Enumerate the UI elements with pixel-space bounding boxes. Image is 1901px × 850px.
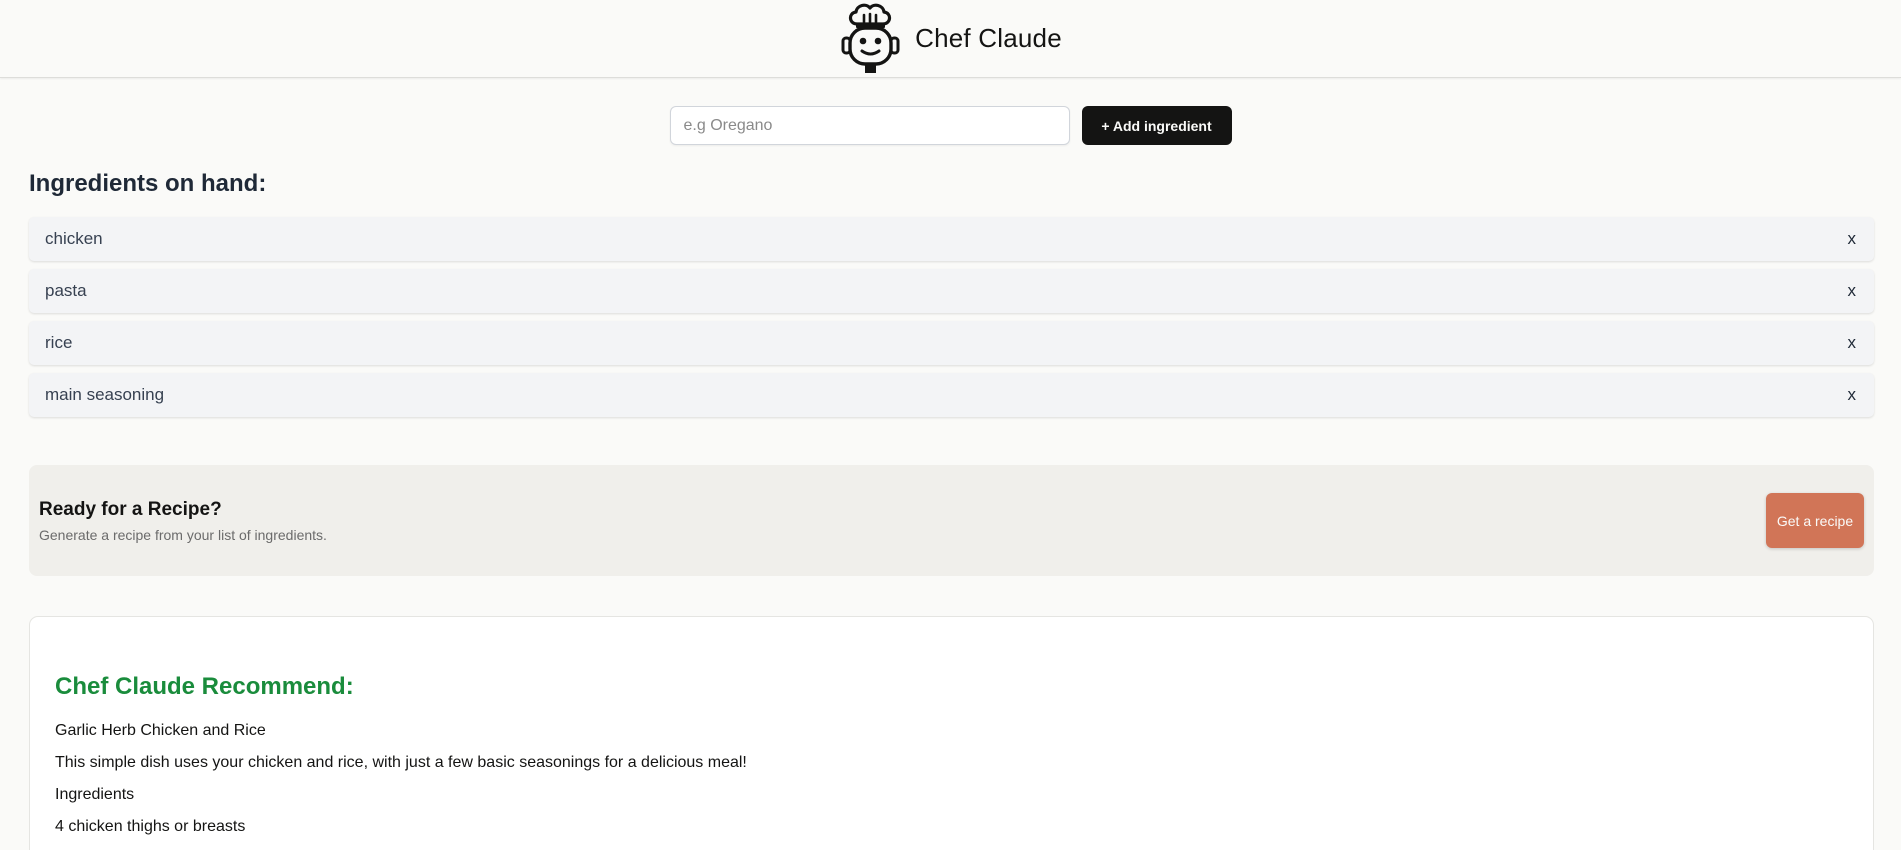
remove-ingredient-button[interactable]: x <box>1846 333 1859 353</box>
get-recipe-button[interactable]: Get a recipe <box>1766 493 1864 548</box>
ingredient-item: chicken x <box>29 217 1874 261</box>
get-recipe-title: Ready for a Recipe? <box>39 498 222 520</box>
ingredient-item: main seasoning x <box>29 373 1874 417</box>
recipe-ingredients-heading: Ingredients <box>55 786 135 803</box>
recipe-description: This simple dish uses your chicken and r… <box>55 754 747 771</box>
recommendation-heading: Chef Claude Recommend: <box>55 673 354 700</box>
chef-robot-icon <box>841 3 900 73</box>
get-recipe-text: Ready for a Recipe? Generate a recipe fr… <box>39 499 327 543</box>
ingredient-item: pasta x <box>29 269 1874 313</box>
recipe-ingredient-line: 4 chicken thighs or breasts <box>55 818 246 835</box>
ingredients-heading: Ingredients on hand: <box>29 170 267 197</box>
add-ingredient-button[interactable]: + Add ingredient <box>1081 106 1232 145</box>
app-title: Chef Claude <box>915 23 1062 53</box>
recipe-recommendation: Chef Claude Recommend: Garlic Herb Chick… <box>29 616 1874 850</box>
recipe-title: Garlic Herb Chicken and Rice <box>55 722 266 739</box>
remove-ingredient-button[interactable]: x <box>1846 281 1859 301</box>
ingredients-list: chicken x pasta x rice x main seasoning … <box>29 217 1874 425</box>
app-header: Chef Claude <box>0 0 1901 78</box>
remove-ingredient-button[interactable]: x <box>1846 229 1859 249</box>
ingredient-name: pasta <box>45 281 87 300</box>
ingredient-name: main seasoning <box>45 385 165 404</box>
ingredient-name: rice <box>45 333 73 352</box>
add-ingredient-form: + Add ingredient <box>0 106 1901 145</box>
ingredient-item: rice x <box>29 321 1874 365</box>
get-recipe-subtitle: Generate a recipe from your list of ingr… <box>39 526 327 543</box>
ingredient-input[interactable] <box>669 106 1070 145</box>
remove-ingredient-button[interactable]: x <box>1846 385 1859 405</box>
ingredient-name: chicken <box>45 229 103 248</box>
get-recipe-panel: Ready for a Recipe? Generate a recipe fr… <box>29 465 1874 576</box>
